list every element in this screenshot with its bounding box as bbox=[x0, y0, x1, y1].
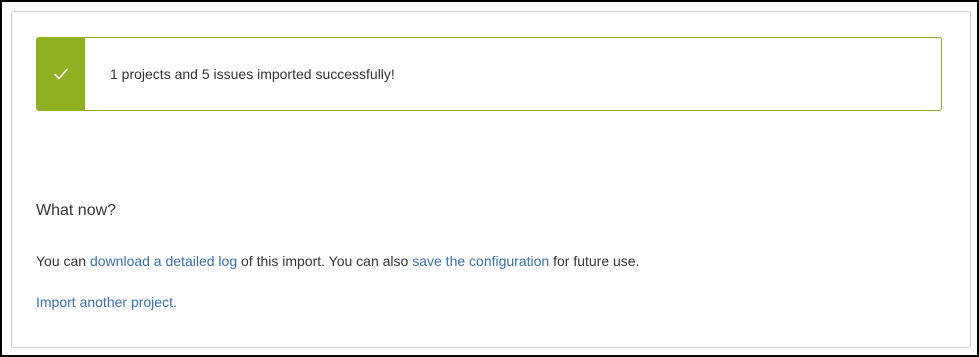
import-another-project-link[interactable]: Import another project. bbox=[36, 294, 177, 310]
success-icon-box bbox=[37, 38, 85, 110]
download-log-link[interactable]: download a detailed log bbox=[90, 253, 237, 269]
sentence-part-1: You can bbox=[36, 253, 90, 269]
sentence-part-3: for future use. bbox=[549, 253, 640, 269]
import-another-paragraph: Import another project. bbox=[36, 294, 177, 310]
check-icon bbox=[53, 67, 69, 81]
success-alert: 1 projects and 5 issues imported success… bbox=[36, 37, 942, 111]
next-steps-text: You can download a detailed log of this … bbox=[36, 253, 639, 269]
save-configuration-link[interactable]: save the configuration bbox=[412, 253, 549, 269]
what-now-heading: What now? bbox=[36, 202, 117, 219]
import-result-panel: 1 projects and 5 issues imported success… bbox=[11, 11, 971, 348]
window-frame: 1 projects and 5 issues imported success… bbox=[0, 0, 979, 357]
success-message: 1 projects and 5 issues imported success… bbox=[110, 66, 395, 82]
sentence-part-2: of this import. You can also bbox=[237, 253, 413, 269]
